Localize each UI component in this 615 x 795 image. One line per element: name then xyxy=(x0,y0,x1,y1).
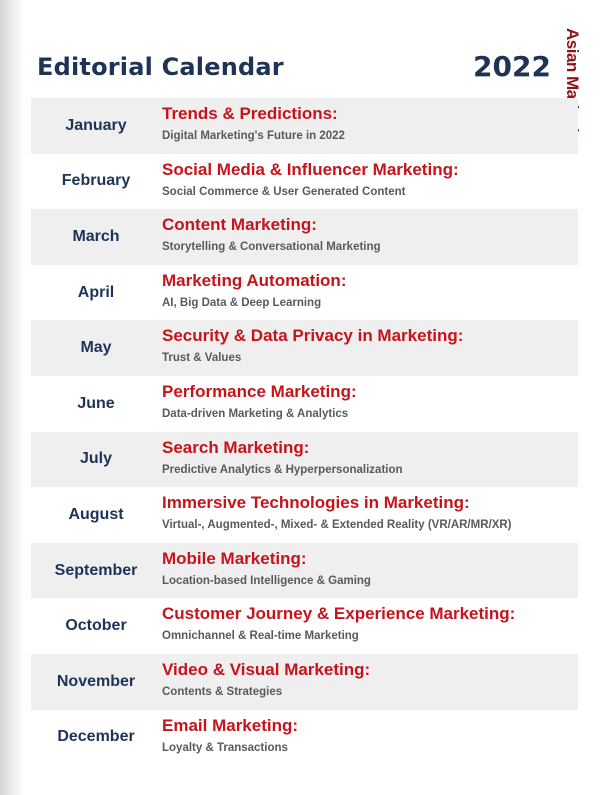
topic-subtitle: Social Commerce & User Generated Content xyxy=(162,185,406,198)
table-row: August Immersive Technologies in Marketi… xyxy=(31,487,578,543)
topic-title: Customer Journey & Experience Marketing: xyxy=(162,604,516,624)
month-label: September xyxy=(54,561,138,579)
topic-title: Video & Visual Marketing: xyxy=(162,659,371,679)
topic-subtitle: Omnichannel & Real-time Marketing xyxy=(162,630,359,643)
table-row: January Trends & Predictions: Digital Ma… xyxy=(31,98,578,154)
brand-logo: Asian Marketing xyxy=(563,28,606,152)
topic-subtitle: Location-based Intelligence & Gaming xyxy=(162,574,371,587)
table-row: May Security & Data Privacy in Marketing… xyxy=(31,320,578,376)
topic-title: Security & Data Privacy in Marketing: xyxy=(162,326,464,346)
page-title: Editorial Calendar xyxy=(37,53,284,81)
month-label: May xyxy=(80,339,112,357)
topic-subtitle: Loyalty & Transactions xyxy=(162,741,288,754)
topic-subtitle: Predictive Analytics & Hyperpersonalizat… xyxy=(162,463,403,476)
topic-title: Search Marketing: xyxy=(162,437,310,457)
topic-title: Immersive Technologies in Marketing: xyxy=(162,493,470,513)
topic-title: Social Media & Influencer Marketing: xyxy=(162,159,459,179)
topic-title: Trends & Predictions: xyxy=(162,104,338,123)
page-edge-shadow xyxy=(0,0,24,795)
table-row: July Search Marketing: Predictive Analyt… xyxy=(31,431,578,488)
month-label: December xyxy=(57,728,135,746)
month-label: June xyxy=(77,394,115,412)
month-label: July xyxy=(79,450,112,468)
table-row: March Content Marketing: Storytelling & … xyxy=(31,209,578,265)
month-label: February xyxy=(61,172,131,190)
topic-subtitle: Storytelling & Conversational Marketing xyxy=(162,241,381,254)
topic-title: Email Marketing: xyxy=(162,715,299,735)
month-label: March xyxy=(72,227,120,245)
month-label: November xyxy=(56,672,136,690)
table-row: October Customer Journey & Experience Ma… xyxy=(31,598,578,654)
table-row: February Social Media & Influencer Marke… xyxy=(31,154,578,210)
month-label: January xyxy=(65,116,127,134)
month-label: August xyxy=(68,505,124,523)
topic-subtitle: Trust & Values xyxy=(162,352,242,365)
calendar-table: January Trends & Predictions: Digital Ma… xyxy=(31,98,578,765)
month-label: October xyxy=(65,617,127,635)
table-row: November Video & Visual Marketing: Conte… xyxy=(31,653,578,710)
topic-title: Performance Marketing: xyxy=(162,381,357,401)
month-label: April xyxy=(77,283,115,301)
year-label: 2022 xyxy=(473,50,551,83)
topic-title: Mobile Marketing: xyxy=(162,548,307,568)
topic-subtitle: Virtual-, Augmented-, Mixed- & Extended … xyxy=(162,519,512,532)
topic-subtitle: AI, Big Data & Deep Learning xyxy=(162,296,322,309)
topic-subtitle: Data-driven Marketing & Analytics xyxy=(162,407,349,420)
topic-subtitle: Contents & Strategies xyxy=(162,685,283,698)
table-row: April Marketing Automation: AI, Big Data… xyxy=(31,265,578,321)
table-row: December Email Marketing: Loyalty & Tran… xyxy=(31,710,578,766)
table-row: June Performance Marketing: Data-driven … xyxy=(31,376,578,432)
topic-title: Marketing Automation: xyxy=(162,270,347,290)
topic-subtitle: Digital Marketing's Future in 2022 xyxy=(162,130,345,142)
topic-title: Content Marketing: xyxy=(162,215,317,235)
table-row: September Mobile Marketing: Location-bas… xyxy=(31,542,578,599)
